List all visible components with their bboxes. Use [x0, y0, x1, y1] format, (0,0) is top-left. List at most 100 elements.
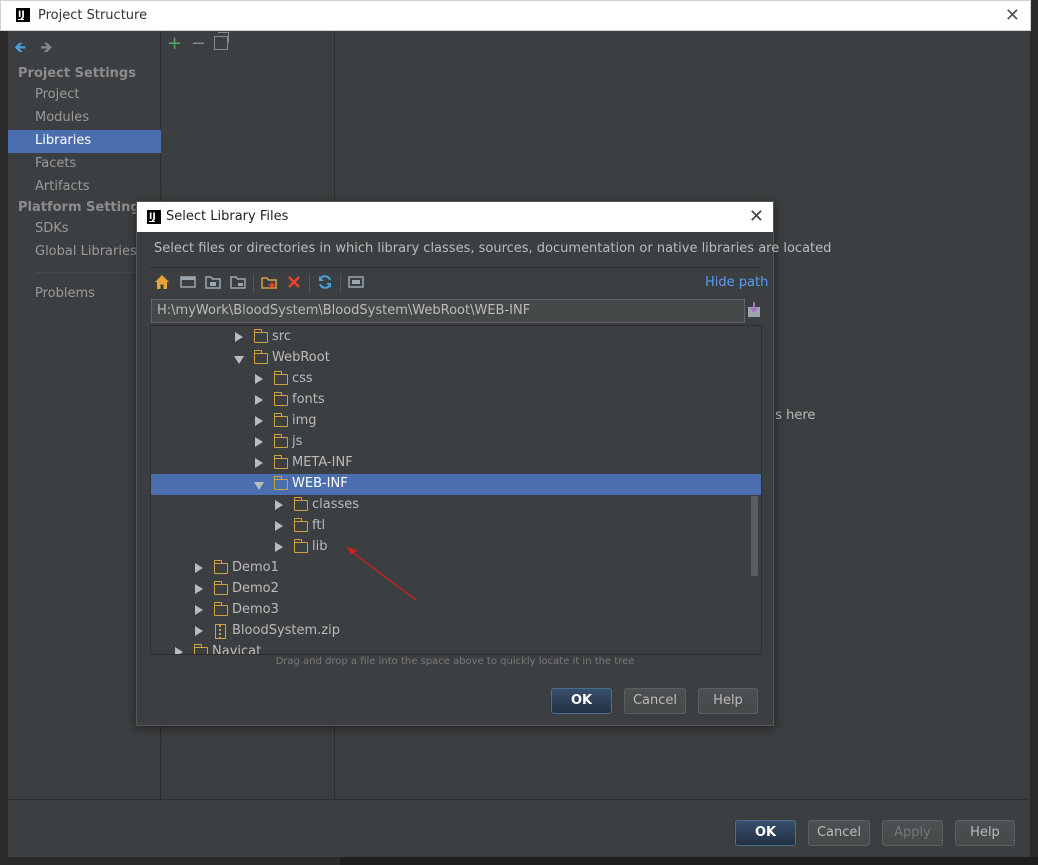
project-structure-window: IJ Project Structure ✕ 🡸 🡺 Project Setti… [0, 0, 1038, 865]
tree-node-img[interactable]: img [151, 411, 761, 432]
tree-node-label: img [292, 413, 317, 428]
tree-node-label: css [292, 371, 313, 386]
collapse-arrow-icon[interactable] [254, 482, 264, 490]
left-edge [0, 31, 8, 865]
zip-archive-icon [215, 624, 226, 639]
folder-icon [273, 371, 288, 385]
expand-arrow-icon[interactable] [195, 584, 203, 594]
back-arrow-icon[interactable]: 🡸 [14, 38, 26, 56]
expand-arrow-icon[interactable] [275, 542, 283, 552]
file-tree[interactable]: src WebRoot css fonts img js META-INF WE… [150, 325, 762, 655]
collapse-arrow-icon[interactable] [234, 356, 244, 364]
tree-node-ftl[interactable]: ftl [151, 516, 761, 537]
tree-node-label: META-INF [292, 455, 353, 470]
tree-node-fonts[interactable]: fonts [151, 390, 761, 411]
tree-node-demo1[interactable]: Demo1 [151, 558, 761, 579]
folder-icon [273, 455, 288, 469]
tree-node-label: src [272, 329, 291, 344]
expand-arrow-icon[interactable] [255, 374, 263, 384]
tree-node-label: Demo2 [232, 581, 279, 596]
show-hidden-files-icon[interactable] [348, 274, 364, 290]
ok-button[interactable]: OK [735, 820, 796, 846]
tree-node-label: js [292, 434, 303, 449]
expand-arrow-icon[interactable] [195, 605, 203, 615]
dialog-close-button[interactable]: ✕ [749, 206, 764, 227]
module-folder-icon[interactable] [230, 274, 246, 290]
forward-arrow-icon[interactable]: 🡺 [40, 38, 52, 56]
cancel-button[interactable]: Cancel [808, 820, 870, 846]
tree-node-label: BloodSystem.zip [232, 623, 340, 638]
bottom-edge [0, 857, 1038, 865]
folder-icon [213, 560, 228, 574]
folder-icon [273, 476, 288, 490]
tree-node-bloodsystem-zip[interactable]: BloodSystem.zip [151, 621, 761, 642]
sidebar-item-libraries[interactable]: Libraries [8, 130, 161, 153]
tree-node-demo2[interactable]: Demo2 [151, 579, 761, 600]
tree-scrollbar[interactable] [751, 496, 758, 576]
folder-icon [193, 644, 208, 654]
dialog-ok-button[interactable]: OK [551, 688, 612, 714]
dialog-title-bar: IJ Select Library Files ✕ [137, 202, 773, 232]
tree-node-src[interactable]: src [151, 327, 761, 348]
footer-button-bar: OK Cancel Apply Help [8, 799, 1030, 857]
dialog-separator [150, 267, 761, 268]
tree-node-meta-inf[interactable]: META-INF [151, 453, 761, 474]
expand-arrow-icon[interactable] [255, 437, 263, 447]
tree-node-webroot[interactable]: WebRoot [151, 348, 761, 369]
expand-arrow-icon[interactable] [175, 647, 183, 654]
home-icon[interactable] [154, 274, 170, 290]
drag-drop-hint: Drag and drop a file into the space abov… [275, 656, 635, 667]
expand-arrow-icon[interactable] [255, 458, 263, 468]
dialog-cancel-button[interactable]: Cancel [624, 688, 686, 714]
platform-settings-header: Platform Settings [18, 200, 148, 215]
expand-arrow-icon[interactable] [235, 332, 243, 342]
expand-arrow-icon[interactable] [255, 416, 263, 426]
window-close-button[interactable]: ✕ [1005, 5, 1020, 26]
folder-icon [273, 392, 288, 406]
delete-icon[interactable] [286, 274, 302, 290]
tree-node-label: classes [312, 497, 360, 512]
help-button[interactable]: Help [955, 820, 1015, 846]
path-input[interactable]: H:\myWork\BloodSystem\BloodSystem\WebRoo… [151, 299, 745, 323]
dialog-title: Select Library Files [166, 209, 289, 224]
tree-node-label: Navicat [212, 644, 262, 655]
tree-node-demo3[interactable]: Demo3 [151, 600, 761, 621]
sidebar-item-facets[interactable]: Facets [8, 153, 161, 176]
expand-arrow-icon[interactable] [275, 500, 283, 510]
folder-icon [213, 602, 228, 616]
refresh-icon[interactable] [317, 274, 333, 290]
path-history-icon[interactable] [747, 302, 761, 318]
apply-button[interactable]: Apply [882, 820, 943, 846]
expand-arrow-icon[interactable] [255, 395, 263, 405]
intellij-logo-icon: IJ [147, 210, 161, 224]
new-folder-icon[interactable] [261, 274, 277, 290]
library-details-placeholder: ils here [768, 408, 816, 423]
right-edge [1030, 31, 1038, 857]
tree-node-label: ftl [312, 518, 326, 533]
sidebar-item-project[interactable]: Project [8, 84, 161, 107]
tree-node-css[interactable]: css [151, 369, 761, 390]
tree-node-js[interactable]: js [151, 432, 761, 453]
tree-node-lib[interactable]: lib [151, 537, 761, 558]
intellij-logo-icon: IJ [16, 8, 30, 22]
tree-node-classes[interactable]: classes [151, 495, 761, 516]
folder-icon [293, 497, 308, 511]
remove-library-button[interactable]: − [191, 33, 206, 54]
tree-node-web-inf[interactable]: WEB-INF [151, 474, 761, 495]
folder-icon [213, 581, 228, 595]
add-library-button[interactable]: + [167, 33, 182, 54]
dialog-help-button[interactable]: Help [698, 688, 758, 714]
sidebar-item-artifacts[interactable]: Artifacts [8, 176, 161, 199]
project-folder-icon[interactable] [205, 274, 221, 290]
desktop-icon[interactable] [180, 274, 196, 290]
tree-node-navicat[interactable]: Navicat [151, 642, 761, 655]
folder-icon [253, 329, 268, 343]
expand-arrow-icon[interactable] [275, 521, 283, 531]
tree-node-label: WebRoot [272, 350, 330, 365]
hide-path-link[interactable]: Hide path [705, 275, 768, 290]
copy-library-icon[interactable] [214, 32, 229, 50]
sidebar-item-modules[interactable]: Modules [8, 107, 161, 130]
tree-node-label: fonts [292, 392, 325, 407]
expand-arrow-icon[interactable] [195, 626, 203, 636]
expand-arrow-icon[interactable] [195, 563, 203, 573]
